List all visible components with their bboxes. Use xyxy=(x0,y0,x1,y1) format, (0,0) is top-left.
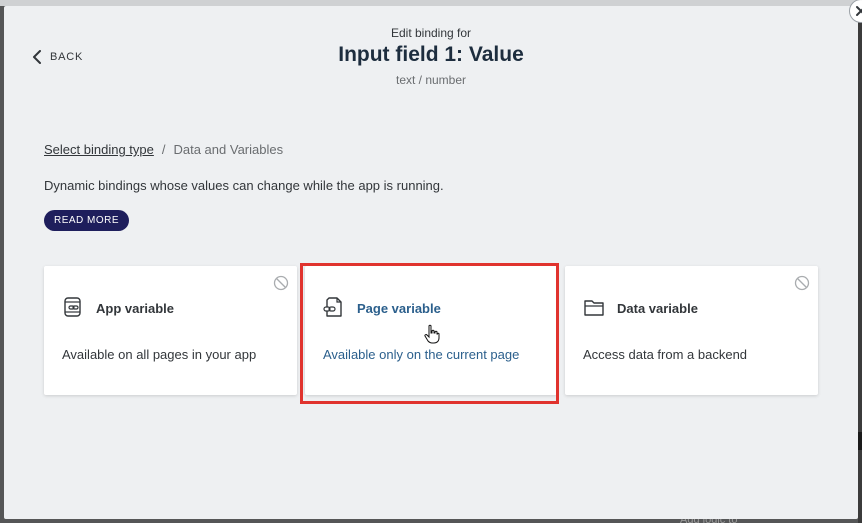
disabled-icon xyxy=(794,275,810,291)
card-data-variable[interactable]: Data variable Access data from a backend xyxy=(565,266,818,395)
dialog-header: Edit binding for Input field 1: Value te… xyxy=(4,26,858,87)
breadcrumb-select-binding-type[interactable]: Select binding type xyxy=(44,142,154,157)
breadcrumb-separator: / xyxy=(161,142,166,157)
card-description: Available on all pages in your app xyxy=(62,347,257,362)
card-title: Data variable xyxy=(617,301,698,316)
edit-binding-dialog: BACK Edit binding for Input field 1: Val… xyxy=(4,0,862,519)
disabled-icon xyxy=(273,275,289,291)
section-description: Dynamic bindings whose values can change… xyxy=(44,178,444,193)
card-description: Available only on the current page xyxy=(323,347,520,362)
read-more-button[interactable]: READ MORE xyxy=(44,210,130,231)
hand-cursor-icon xyxy=(424,324,440,344)
card-description: Access data from a backend xyxy=(583,347,748,362)
backdrop-block xyxy=(858,432,862,450)
card-app-variable[interactable]: App variable Available on all pages in y… xyxy=(44,266,297,395)
dialog-eyebrow: Edit binding for xyxy=(390,26,472,40)
data-variable-icon xyxy=(584,300,604,316)
app-variable-icon xyxy=(64,297,81,317)
card-title: App variable xyxy=(96,301,175,316)
breadcrumb-current: Data and Variables xyxy=(173,142,284,157)
breadcrumb: Select binding type / Data and Variables xyxy=(44,142,283,157)
page-variable-icon xyxy=(323,297,342,317)
dialog-title: Input field 1: Value xyxy=(338,43,524,66)
close-button[interactable] xyxy=(850,0,862,22)
card-title: Page variable xyxy=(357,301,441,316)
close-icon xyxy=(856,6,862,16)
dialog-subtitle: text / number xyxy=(395,73,467,87)
